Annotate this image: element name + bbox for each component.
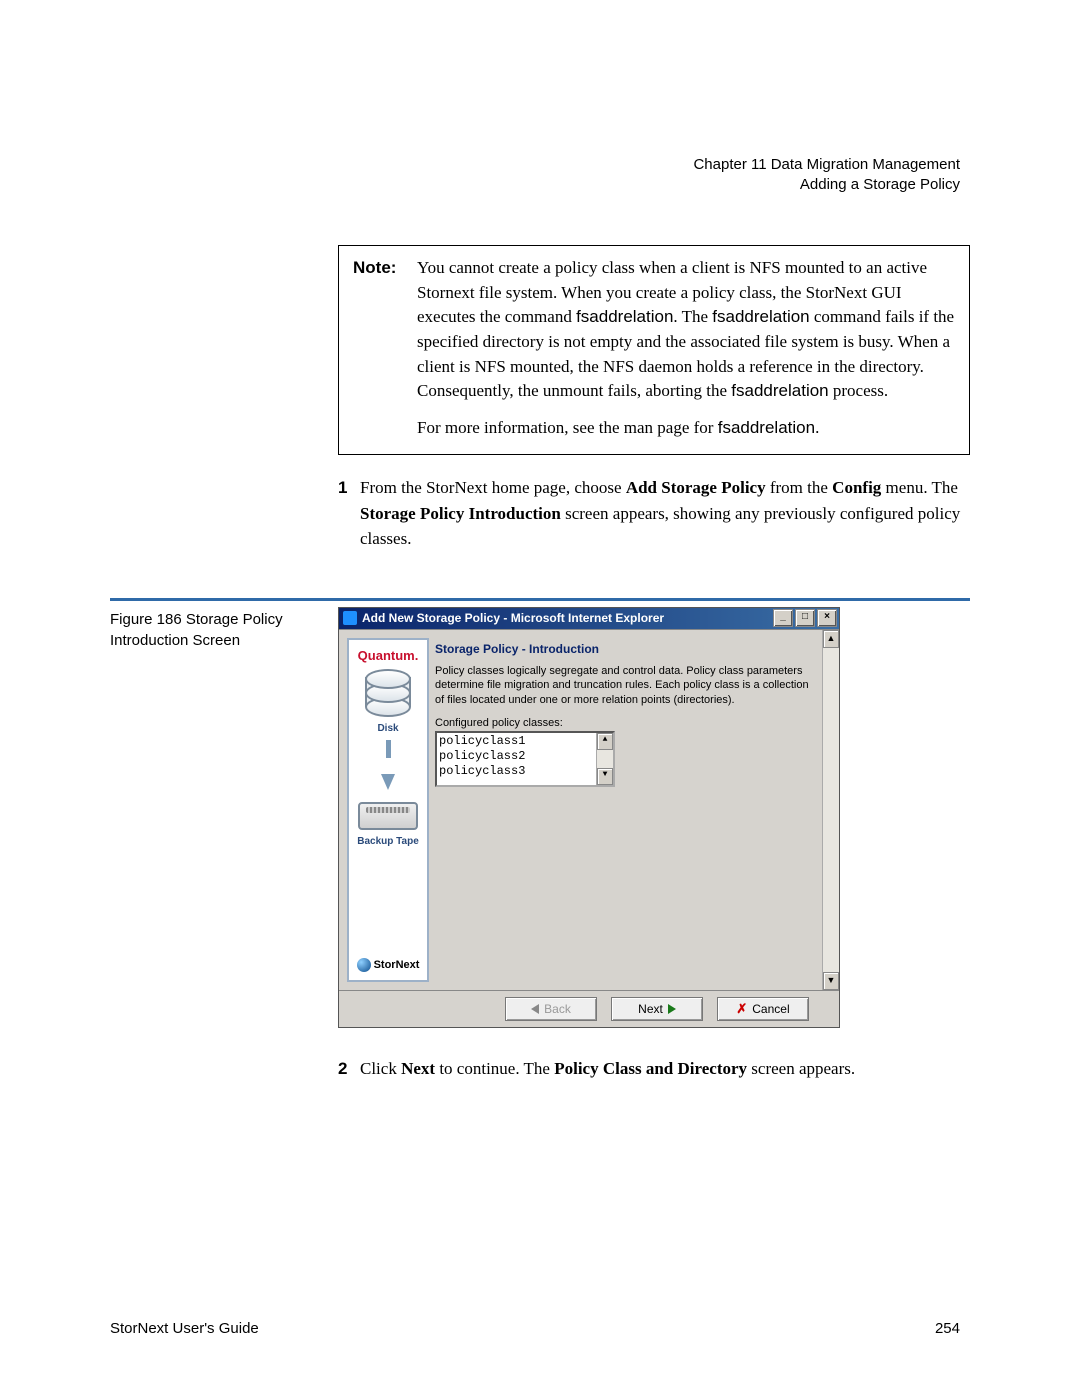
footer-guide-title: StorNext User's Guide [110, 1320, 259, 1337]
scroll-up-icon[interactable]: ▲ [597, 733, 613, 750]
page-header: Chapter 11 Data Migration Management Add… [693, 155, 960, 196]
list-item[interactable]: policyclass3 [439, 764, 611, 779]
window-titlebar[interactable]: Add New Storage Policy - Microsoft Inter… [339, 608, 839, 629]
chapter-title: Chapter 11 Data Migration Management [693, 155, 960, 175]
screenshot-container: Add New Storage Policy - Microsoft Inter… [338, 607, 970, 1028]
arrow-down-icon [386, 740, 391, 758]
ie-icon [343, 611, 357, 625]
page-footer: StorNext User's Guide 254 [110, 1320, 960, 1337]
step-number: 1 [338, 475, 360, 552]
disk-icon [365, 669, 411, 717]
step-1: 1 From the StorNext home page, choose Ad… [338, 475, 970, 552]
quantum-logo: Quantum. [358, 648, 419, 663]
window-scrollbar[interactable]: ▲ ▼ [822, 630, 839, 990]
cancel-button[interactable]: ✗ Cancel [717, 997, 809, 1021]
tape-label: Backup Tape [357, 836, 419, 847]
ie-window: Add New Storage Policy - Microsoft Inter… [338, 607, 840, 1028]
wizard-button-bar: Back Next ✗ Cancel [339, 990, 839, 1027]
scroll-down-icon[interactable]: ▼ [823, 972, 839, 990]
globe-icon [357, 958, 371, 972]
minimize-button[interactable]: _ [773, 609, 793, 627]
figure-caption: Figure 186 Storage Policy Introduction S… [110, 607, 320, 1028]
wizard-main-panel: Storage Policy - Introduction Policy cla… [435, 638, 814, 982]
listbox-scrollbar[interactable]: ▲ ▼ [596, 733, 613, 785]
wizard-sidebar: Quantum. Disk Backup Tape [347, 638, 429, 982]
disk-label: Disk [377, 723, 398, 734]
panel-description: Policy classes logically segregate and c… [435, 664, 814, 707]
back-button[interactable]: Back [505, 997, 597, 1021]
section-title: Adding a Storage Policy [693, 175, 960, 195]
scroll-down-icon[interactable]: ▼ [597, 768, 613, 785]
next-button[interactable]: Next [611, 997, 703, 1021]
triangle-right-icon [668, 1004, 676, 1014]
step-number: 2 [338, 1056, 360, 1082]
triangle-left-icon [531, 1004, 539, 1014]
x-icon: ✗ [736, 1001, 747, 1017]
note-label: Note: [353, 256, 417, 440]
panel-title: Storage Policy - Introduction [435, 642, 814, 656]
list-item[interactable]: policyclass2 [439, 749, 611, 764]
step-2: 2 Click Next to continue. The Policy Cla… [338, 1056, 970, 1082]
page-number: 254 [935, 1320, 960, 1337]
policy-class-listbox[interactable]: policyclass1 policyclass2 policyclass3 ▲… [435, 731, 615, 787]
list-item[interactable]: policyclass1 [439, 734, 611, 749]
configured-label: Configured policy classes: [435, 717, 814, 729]
note-body: You cannot create a policy class when a … [417, 256, 955, 440]
scroll-up-icon[interactable]: ▲ [823, 630, 839, 648]
tape-icon [358, 802, 418, 830]
note-box: Note: You cannot create a policy class w… [338, 245, 970, 455]
stornext-logo: StorNext [357, 958, 420, 972]
close-button[interactable]: × [817, 609, 837, 627]
maximize-button[interactable]: □ [795, 609, 815, 627]
window-title: Add New Storage Policy - Microsoft Inter… [362, 611, 773, 625]
